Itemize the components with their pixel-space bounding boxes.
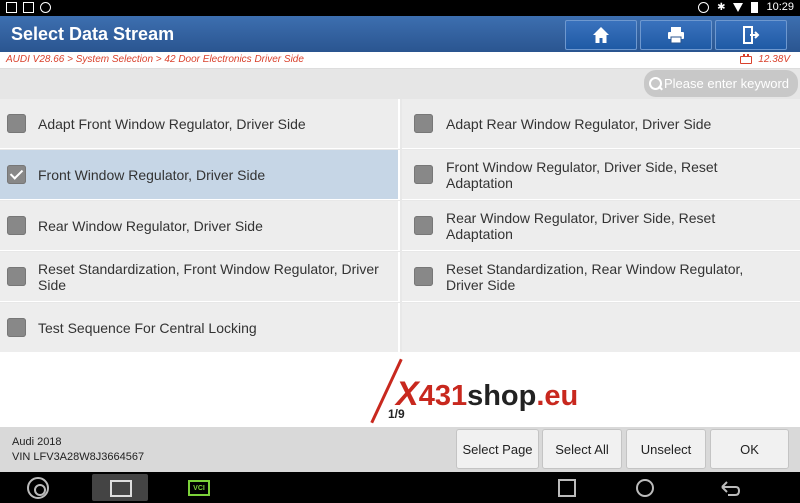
print-icon — [668, 27, 684, 44]
select-all-button[interactable]: Select All — [542, 429, 622, 469]
watermark-logo: X 431 shop .eu — [396, 375, 579, 413]
screenshot-notification-icon — [6, 2, 17, 13]
list-item-label: Rear Window Regulator, Driver Side, Rese… — [446, 209, 716, 242]
vehicle-info: Audi 2018 VIN LFV3A28W8J3664567 — [12, 435, 144, 465]
home-button[interactable] — [565, 20, 637, 50]
list-item-label: Reset Standardization, Front Window Regu… — [38, 260, 379, 293]
empty-cell — [402, 303, 800, 353]
sync-notification-icon — [40, 2, 51, 13]
list-item[interactable]: Test Sequence For Central Locking — [0, 303, 400, 353]
list-item-label: Front Window Regulator, Driver Side, Res… — [446, 158, 718, 191]
checkbox[interactable] — [7, 114, 26, 133]
location-icon — [698, 1, 710, 13]
gallery-icon[interactable] — [92, 474, 148, 501]
checkbox[interactable] — [414, 165, 433, 184]
title-bar: Select Data Stream — [0, 16, 800, 52]
list-item-label: Front Window Regulator, Driver Side — [38, 166, 266, 183]
vehicle-vin: VIN LFV3A28W8J3664567 — [12, 451, 145, 463]
list-item[interactable]: Reset Standardization, Front Window Regu… — [0, 252, 400, 302]
list-item[interactable]: Rear Window Regulator, Driver Side — [0, 201, 400, 251]
data-stream-list: Adapt Front Window Regulator, Driver Sid… — [0, 99, 800, 353]
search-row: Please enter keyword — [0, 69, 800, 99]
breadcrumb-bar: AUDI V28.66 > System Selection > 42 Door… — [0, 52, 800, 69]
list-item[interactable]: Rear Window Regulator, Driver Side, Rese… — [402, 201, 800, 251]
unselect-button[interactable]: Unselect — [626, 429, 706, 469]
checkbox[interactable] — [7, 267, 26, 286]
list-item-label: Adapt Rear Window Regulator, Driver Side — [446, 115, 712, 132]
breadcrumb: AUDI V28.66 > System Selection > 42 Door… — [6, 54, 304, 65]
browser-icon[interactable] — [27, 477, 49, 499]
list-item[interactable]: Front Window Regulator, Driver Side, Res… — [402, 150, 800, 200]
vehicle-model: Audi 2018 — [12, 436, 62, 448]
checkbox[interactable] — [414, 267, 433, 286]
checkbox-checked[interactable] — [7, 165, 26, 184]
checkbox[interactable] — [414, 216, 433, 235]
exit-icon — [743, 26, 760, 44]
voltage-value: 12.38V — [758, 54, 790, 65]
checkbox[interactable] — [414, 114, 433, 133]
list-item-label: Rear Window Regulator, Driver Side — [38, 217, 263, 234]
android-nav-bar: VCI — [0, 472, 800, 503]
ok-button[interactable]: OK — [710, 429, 789, 469]
gallery-notification-icon — [23, 2, 34, 13]
status-time: 10:29 — [766, 1, 794, 13]
checkbox[interactable] — [7, 216, 26, 235]
select-page-button[interactable]: Select Page — [456, 429, 539, 469]
list-item-label: Reset Standardization, Rear Window Regul… — [446, 260, 744, 293]
checkbox[interactable] — [7, 318, 26, 337]
bottom-action-bar: Audi 2018 VIN LFV3A28W8J3664567 Select P… — [0, 427, 800, 472]
search-icon — [649, 76, 663, 91]
search-input[interactable]: Please enter keyword — [644, 70, 798, 97]
exit-button[interactable] — [715, 20, 787, 50]
bluetooth-icon: ✱ — [717, 1, 726, 13]
page-title: Select Data Stream — [11, 24, 175, 44]
battery-voltage: 12.38V — [740, 53, 790, 65]
print-button[interactable] — [640, 20, 712, 50]
battery-icon — [751, 1, 759, 13]
recent-apps-icon[interactable] — [558, 479, 576, 497]
list-item-label: Adapt Front Window Regulator, Driver Sid… — [38, 115, 306, 132]
status-bar: ✱ 10:29 — [0, 0, 800, 16]
back-icon[interactable] — [718, 478, 742, 500]
home-icon — [593, 27, 609, 43]
list-item[interactable]: Reset Standardization, Rear Window Regul… — [402, 252, 800, 302]
nav-home-icon[interactable] — [636, 479, 654, 497]
wifi-icon — [733, 3, 744, 12]
page-indicator: 1/9 — [388, 407, 405, 421]
list-item[interactable]: Adapt Front Window Regulator, Driver Sid… — [0, 99, 400, 149]
list-item-label: Test Sequence For Central Locking — [38, 319, 257, 336]
app-root: ✱ 10:29 Select Data Stream AUDI V28.66 >… — [0, 0, 800, 503]
search-placeholder: Please enter keyword — [664, 76, 790, 91]
list-item[interactable]: Adapt Rear Window Regulator, Driver Side — [402, 99, 800, 149]
vci-icon[interactable]: VCI — [188, 480, 210, 496]
car-battery-icon — [740, 53, 753, 64]
list-item[interactable]: Front Window Regulator, Driver Side — [0, 150, 400, 200]
